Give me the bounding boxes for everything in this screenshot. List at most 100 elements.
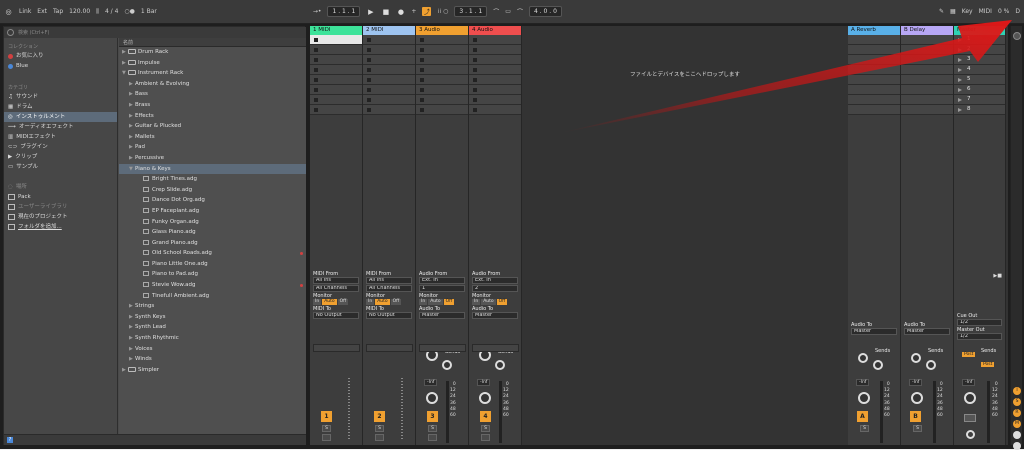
browser-folder-item[interactable]: ▶ Percussive — [119, 153, 306, 164]
punch-in-icon[interactable]: ⌒ — [493, 7, 499, 16]
clip-slot[interactable] — [416, 75, 468, 85]
clip-slot[interactable] — [901, 65, 953, 75]
pan-knob[interactable] — [964, 392, 976, 404]
clip-stop-icon[interactable] — [420, 108, 424, 112]
help-icon[interactable]: ? — [7, 437, 13, 443]
monitor-auto-button[interactable]: Auto — [322, 299, 337, 305]
solo-button[interactable]: S — [913, 425, 922, 432]
punch-out-icon[interactable]: ⌒ — [517, 7, 523, 16]
clip-stop-icon[interactable] — [420, 48, 424, 52]
clip-slot[interactable] — [469, 35, 521, 45]
browser-folder-item[interactable]: ▶ Drum Rack — [119, 47, 306, 58]
volume-field[interactable]: -Inf — [856, 379, 870, 386]
clip-stop-icon[interactable] — [420, 98, 424, 102]
clip-stop-icon[interactable] — [473, 48, 477, 52]
browser-folder-item[interactable]: ▶ Effects — [119, 111, 306, 122]
clip-slot[interactable] — [848, 75, 900, 85]
clip-stop-icon[interactable] — [367, 68, 371, 72]
follow-icon[interactable]: →• — [313, 8, 322, 15]
category-sounds[interactable]: ♫ サウンド — [4, 92, 117, 102]
clip-stop-icon[interactable] — [367, 108, 371, 112]
clip-slot[interactable] — [469, 65, 521, 75]
clip-stop-icon[interactable] — [314, 108, 318, 112]
monitor-in-button[interactable]: In — [366, 299, 375, 305]
arm-button[interactable] — [428, 434, 437, 441]
clip-slot[interactable] — [310, 35, 362, 45]
clip-slot[interactable] — [848, 55, 900, 65]
clip-slot[interactable] — [416, 55, 468, 65]
browser-folder-item[interactable]: ▶ Guitar & Plucked — [119, 121, 306, 132]
tempo-nudge-icon[interactable] — [964, 414, 976, 422]
clip-slot[interactable] — [416, 35, 468, 45]
link-icon[interactable]: ◎ — [4, 7, 13, 16]
clip-slot[interactable] — [363, 85, 415, 95]
metronome-icon[interactable]: ○● — [124, 8, 134, 15]
clip-stop-icon[interactable] — [473, 58, 477, 62]
midi-channel-select[interactable]: All Channels — [313, 285, 359, 292]
clip-stop-icon[interactable] — [314, 68, 318, 72]
pan-knob[interactable] — [426, 392, 438, 404]
preset-file-item[interactable]: Funky Organ.adg — [119, 217, 306, 228]
clip-slot[interactable] — [310, 85, 362, 95]
send-b-knob[interactable] — [495, 360, 505, 370]
preset-file-item[interactable]: Grand Piano.adg — [119, 238, 306, 249]
category-clips[interactable]: ▶ クリップ — [4, 152, 117, 162]
mixer-toggle-icon[interactable] — [1013, 32, 1021, 40]
collection-favorites[interactable]: お気に入り — [4, 51, 117, 61]
return-activator-button[interactable]: B — [910, 411, 921, 422]
clip-stop-icon[interactable] — [420, 68, 424, 72]
monitor-auto-button[interactable]: Auto — [428, 299, 443, 305]
clip-slot[interactable]: 6 — [954, 85, 1005, 95]
preset-file-item[interactable]: Stevie Wow.adg — [119, 280, 306, 291]
clip-slot[interactable] — [416, 65, 468, 75]
clip-slot[interactable] — [469, 75, 521, 85]
return-activator-button[interactable]: A — [857, 411, 868, 422]
clip-slot[interactable] — [469, 55, 521, 65]
audio-from-select[interactable]: Ext. In — [419, 277, 465, 284]
send-b-knob[interactable] — [442, 360, 452, 370]
monitor-off-button[interactable]: Off — [337, 299, 349, 305]
browser-folder-item[interactable]: ▼ Instrument Rack — [119, 68, 306, 79]
clip-stop-icon[interactable] — [473, 68, 477, 72]
category-drums[interactable]: ▦ ドラム — [4, 102, 117, 112]
browser-folder-item[interactable]: ▶ Voices — [119, 344, 306, 355]
clip-slot[interactable] — [469, 105, 521, 115]
clip-slot[interactable] — [416, 85, 468, 95]
automation-arm-icon[interactable]: ⤴ — [422, 7, 432, 16]
monitor-auto-button[interactable]: Auto — [481, 299, 496, 305]
scene-launch-icon[interactable] — [958, 57, 962, 62]
volume-field[interactable]: -Inf — [477, 379, 491, 386]
clip-slot[interactable] — [848, 35, 900, 45]
audio-to-select[interactable]: Master — [851, 328, 897, 335]
browser-folder-item[interactable]: ▶ Mallets — [119, 132, 306, 143]
clip-stop-icon[interactable] — [314, 38, 318, 42]
scene-launch-icon[interactable] — [958, 67, 962, 72]
monitor-in-button[interactable]: In — [419, 299, 428, 305]
clip-slot[interactable] — [469, 95, 521, 105]
clip-stop-icon[interactable] — [314, 88, 318, 92]
volume-field[interactable]: -Inf — [909, 379, 923, 386]
pan-knob[interactable] — [911, 392, 923, 404]
arrangement-position[interactable]: 1 . 1 . 1 — [327, 6, 361, 17]
preset-file-item[interactable]: Tinefull Ambient.adg — [119, 291, 306, 302]
scene-launch-icon[interactable] — [958, 37, 962, 42]
clip-stop-icon[interactable] — [473, 108, 477, 112]
clip-slot[interactable] — [901, 35, 953, 45]
browser-folder-item[interactable]: ▼ Piano & Keys — [119, 163, 306, 175]
input-channel-select[interactable]: 1 — [419, 285, 465, 292]
clip-slot[interactable] — [363, 95, 415, 105]
browser-folder-item[interactable]: ▶ Simpler — [119, 365, 306, 376]
browser-folder-item[interactable]: ▶ Strings — [119, 301, 306, 312]
volume-fader[interactable] — [446, 381, 449, 443]
clip-slot[interactable]: 8 — [954, 105, 1005, 115]
browser-folder-item[interactable]: ▶ Synth Keys — [119, 312, 306, 323]
clip-stop-icon[interactable] — [367, 58, 371, 62]
scene-launch-icon[interactable] — [958, 87, 962, 92]
clip-stop-icon[interactable] — [473, 88, 477, 92]
clip-slot[interactable] — [310, 105, 362, 115]
add-folder-link[interactable]: フォルダを追加... — [4, 222, 117, 232]
clip-slot[interactable]: 1 — [954, 35, 1005, 45]
clip-slot[interactable] — [363, 35, 415, 45]
scene-launch-icon[interactable] — [958, 107, 962, 112]
clip-stop-icon[interactable] — [420, 38, 424, 42]
